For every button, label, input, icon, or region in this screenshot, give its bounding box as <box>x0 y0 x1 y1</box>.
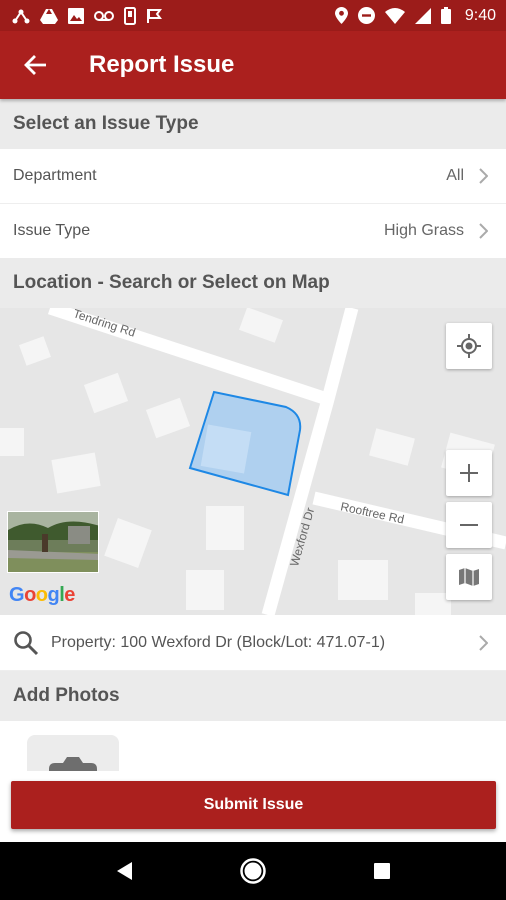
street-view-photo <box>8 512 98 572</box>
photos-section-header: Add Photos <box>0 671 506 721</box>
app-bar: Report Issue <box>0 31 506 99</box>
status-time: 9:40 <box>464 6 496 24</box>
gps-target-icon <box>457 334 481 358</box>
submit-area: Submit Issue <box>0 771 506 842</box>
chevron-right-icon <box>479 168 488 184</box>
issue-type-row[interactable]: Issue Type High Grass <box>0 204 506 259</box>
location-icon <box>334 7 348 24</box>
nav-recents-button[interactable] <box>352 842 412 900</box>
google-letter: o <box>24 584 36 606</box>
search-icon <box>14 630 39 655</box>
chevron-right-icon <box>479 223 488 239</box>
issue-type-section-header: Select an Issue Type <box>0 99 506 149</box>
photos-area <box>0 721 506 795</box>
page-title: Report Issue <box>89 51 235 78</box>
issue-type-value: High Grass <box>383 222 464 239</box>
google-letter: o <box>35 584 48 606</box>
my-location-button[interactable] <box>446 323 492 369</box>
flag-icon <box>147 8 162 23</box>
google-letter: e <box>64 584 75 606</box>
google-letter: g <box>47 584 60 606</box>
circle-home-icon <box>240 858 266 884</box>
do-not-disturb-icon <box>357 7 375 24</box>
google-letter: G <box>9 584 25 606</box>
chevron-right-icon <box>479 634 488 651</box>
google-logo: Google <box>9 584 75 607</box>
arrow-back-icon <box>24 55 46 75</box>
wifi-icon <box>384 7 405 24</box>
voicemail-icon <box>94 10 114 21</box>
department-row[interactable]: Department All <box>0 149 506 204</box>
plus-icon <box>460 464 478 482</box>
signal-icon <box>414 7 431 24</box>
battery-icon <box>440 7 451 24</box>
map-icon <box>459 568 479 586</box>
triangle-back-icon <box>117 862 133 880</box>
property-search-row[interactable]: Property: 100 Wexford Dr (Block/Lot: 471… <box>0 615 506 671</box>
nav-home-button[interactable] <box>223 842 283 900</box>
zoom-in-button[interactable] <box>446 450 492 496</box>
navigation-bar <box>0 842 506 900</box>
submit-issue-button[interactable]: Submit Issue <box>11 781 496 829</box>
phone-icon <box>124 6 136 25</box>
location-section-header: Location - Search or Select on Map <box>0 258 506 308</box>
street-view-thumbnail[interactable] <box>7 511 99 573</box>
network-icon <box>12 9 30 23</box>
map-view[interactable]: Tendring Rd Wexford Dr Rooftree Rd Googl… <box>0 308 506 615</box>
drive-icon <box>40 8 58 24</box>
zoom-out-button[interactable] <box>446 502 492 548</box>
square-recents-icon <box>373 863 390 879</box>
department-label: Department <box>13 167 97 184</box>
status-bar: 9:40 <box>0 0 506 31</box>
map-layers-button[interactable] <box>446 554 492 600</box>
issue-type-label: Issue Type <box>13 222 91 239</box>
back-button[interactable] <box>0 31 70 99</box>
nav-back-button[interactable] <box>94 842 154 900</box>
department-value: All <box>446 167 464 184</box>
minus-icon <box>460 524 478 526</box>
image-icon <box>68 7 84 24</box>
property-text: Property: 100 Wexford Dr (Block/Lot: 471… <box>51 633 386 651</box>
